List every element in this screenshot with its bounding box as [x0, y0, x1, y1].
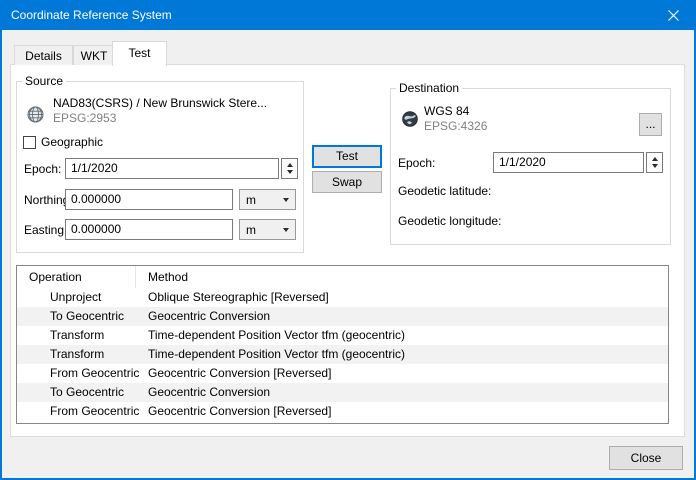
chevron-down-icon: [283, 198, 289, 202]
method-cell: Geocentric Conversion [Reversed]: [136, 402, 668, 421]
operation-cell: From Geocentric: [17, 364, 136, 383]
geodetic-latitude-label: Geodetic latitude:: [398, 184, 491, 198]
operation-cell: To Geocentric: [17, 383, 136, 402]
source-group-label: Source: [22, 74, 66, 88]
destination-epoch-input[interactable]: 1/1/2020: [493, 152, 644, 173]
operations-rows: UnprojectOblique Stereographic [Reversed…: [17, 288, 668, 421]
table-row[interactable]: To GeocentricGeocentric Conversion: [17, 383, 668, 402]
operation-cell: From Geocentric: [17, 402, 136, 421]
close-button[interactable]: Close: [609, 446, 683, 470]
method-cell: Time-dependent Position Vector tfm (geoc…: [136, 345, 668, 364]
operations-table-header: Operation Method: [17, 266, 668, 288]
column-header-method[interactable]: Method: [136, 266, 668, 288]
table-row[interactable]: To GeocentricGeocentric Conversion: [17, 307, 668, 326]
source-epoch-input[interactable]: 1/1/2020: [65, 158, 279, 179]
tab-details[interactable]: Details: [14, 45, 73, 65]
geodetic-longitude-label: Geodetic longitude:: [398, 214, 501, 228]
window-title: Coordinate Reference System: [11, 0, 172, 30]
source-globe-icon: [27, 106, 44, 123]
table-row[interactable]: From GeocentricGeocentric Conversion [Re…: [17, 402, 668, 421]
tab-test[interactable]: Test: [112, 41, 167, 66]
destination-group-label: Destination: [396, 81, 462, 95]
swap-button[interactable]: Swap: [312, 171, 382, 193]
spin-up-icon[interactable]: [652, 157, 658, 161]
easting-unit-select[interactable]: m: [239, 219, 296, 240]
table-row[interactable]: TransformTime-dependent Position Vector …: [17, 326, 668, 345]
crs-dialog: Coordinate Reference System Details WKT …: [0, 0, 696, 480]
destination-crs-name: WGS 84: [424, 104, 469, 118]
spin-down-icon[interactable]: [652, 164, 658, 168]
destination-epoch-label: Epoch:: [398, 156, 435, 170]
method-cell: Oblique Stereographic [Reversed]: [136, 288, 668, 307]
destination-globe-icon: [402, 111, 418, 127]
window-close-button[interactable]: [650, 0, 696, 30]
method-cell: Geocentric Conversion: [136, 307, 668, 326]
titlebar: Coordinate Reference System: [0, 0, 696, 30]
northing-unit-value: m: [246, 193, 256, 207]
easting-unit-value: m: [246, 223, 256, 237]
method-cell: Geocentric Conversion [Reversed]: [136, 364, 668, 383]
source-crs-code: EPSG:2953: [53, 111, 116, 125]
operation-cell: Transform: [17, 345, 136, 364]
destination-epoch-spinner[interactable]: [646, 152, 663, 173]
test-button[interactable]: Test: [312, 145, 382, 168]
operation-cell: To Geocentric: [17, 307, 136, 326]
geographic-checkbox[interactable]: [23, 136, 36, 149]
northing-input[interactable]: 0.000000: [65, 189, 233, 210]
source-epoch-spinner[interactable]: [281, 158, 298, 179]
source-epoch-label: Epoch:: [24, 162, 61, 176]
operation-cell: Unproject: [17, 288, 136, 307]
geographic-checkbox-label: Geographic: [41, 135, 103, 149]
operations-table: Operation Method UnprojectOblique Stereo…: [16, 265, 669, 424]
easting-label: Easting:: [24, 223, 67, 237]
method-cell: Time-dependent Position Vector tfm (geoc…: [136, 326, 668, 345]
spin-down-icon[interactable]: [287, 170, 293, 174]
table-row[interactable]: TransformTime-dependent Position Vector …: [17, 345, 668, 364]
table-row[interactable]: From GeocentricGeocentric Conversion [Re…: [17, 364, 668, 383]
tab-wkt[interactable]: WKT: [73, 45, 115, 65]
operation-cell: Transform: [17, 326, 136, 345]
northing-unit-select[interactable]: m: [239, 189, 296, 210]
chevron-down-icon: [283, 228, 289, 232]
spin-up-icon[interactable]: [287, 163, 293, 167]
source-crs-name: NAD83(CSRS) / New Brunswick Stere...: [53, 96, 267, 110]
destination-crs-code: EPSG:4326: [424, 119, 487, 133]
destination-browse-button[interactable]: ...: [639, 113, 662, 136]
close-icon: [668, 10, 679, 21]
easting-input[interactable]: 0.000000: [65, 219, 233, 240]
table-row[interactable]: UnprojectOblique Stereographic [Reversed…: [17, 288, 668, 307]
method-cell: Geocentric Conversion: [136, 383, 668, 402]
column-header-operation[interactable]: Operation: [17, 266, 136, 288]
